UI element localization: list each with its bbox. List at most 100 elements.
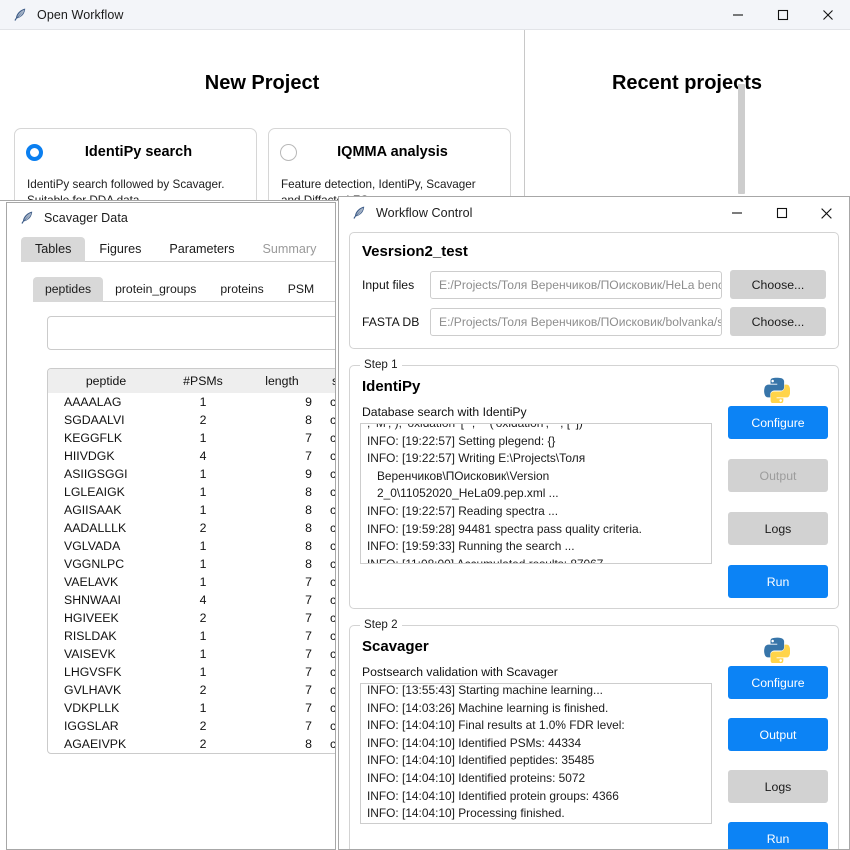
step-2-run-button[interactable]: Run xyxy=(728,822,828,849)
table-cell-psm: 1 xyxy=(199,395,207,409)
table-cell-spe: contr xyxy=(330,647,336,661)
table-row[interactable]: AAAALAG 1 9 contr xyxy=(48,393,335,411)
peptides-table-body: AAAALAG 1 9 contr SGDAALVI 2 8 contr KEGGFLK 1 7 co… xyxy=(48,393,336,753)
choose-fasta-db-button[interactable]: Choose... xyxy=(730,307,826,336)
step-2-log[interactable]: INFO: [13:55:43] Starting machine learni… xyxy=(360,683,712,824)
table-row[interactable]: GVLHAVK 2 7 contr xyxy=(48,681,335,699)
table-cell-psm: 1 xyxy=(199,575,207,589)
maximize-button[interactable] xyxy=(760,0,805,29)
table-row[interactable]: VGGNLPC 1 8 contr xyxy=(48,555,335,573)
option-card-identipy-search[interactable]: IdentiPy search IdentiPy search followed… xyxy=(14,128,257,200)
log-line: INFO: [19:59:28] 94481 spectra pass qual… xyxy=(367,521,642,536)
step-1-inner: IdentiPy Database search with IdentiPy ,… xyxy=(360,376,828,598)
table-cell-spe: contr xyxy=(330,701,336,715)
table-row[interactable]: AGAEIVPK 2 8 contr xyxy=(48,735,335,753)
tab-psm[interactable]: PSM xyxy=(276,277,326,302)
step-1-run-button[interactable]: Run xyxy=(728,565,828,598)
table-row[interactable]: RISLDAK 1 7 contr xyxy=(48,627,335,645)
minimize-button[interactable] xyxy=(714,197,759,229)
minimize-button[interactable] xyxy=(715,0,760,29)
close-icon xyxy=(821,207,832,219)
table-cell-len: 8 xyxy=(305,503,312,517)
close-button[interactable] xyxy=(805,0,850,29)
column-header-spectrum[interactable]: spe xyxy=(322,369,335,393)
table-row[interactable]: VDKPLLK 1 7 contr xyxy=(48,699,336,717)
scavager-data-window: Scavager Data Tables Figures Parameters … xyxy=(6,202,336,850)
tab-proteins[interactable]: proteins xyxy=(208,277,275,302)
table-cell-psm: 1 xyxy=(199,467,207,481)
radio-iqmma-analysis[interactable] xyxy=(280,143,297,161)
table-filter-input[interactable] xyxy=(47,316,335,350)
tab-tables[interactable]: Tables xyxy=(21,237,86,262)
step-1-logs-button[interactable]: Logs xyxy=(728,512,828,545)
choose-input-files-button[interactable]: Choose... xyxy=(730,270,826,299)
log-line: INFO: [14:04:10] Identified PSMs: 44334 xyxy=(367,735,582,750)
table-cell-len: 8 xyxy=(305,485,312,499)
table-row[interactable]: HGIVEEK 2 7 contr xyxy=(48,609,335,627)
table-row[interactable]: IGGSLAR 2 7 contr xyxy=(48,717,335,735)
table-row[interactable]: LHGVSFK 1 7 contr xyxy=(48,663,335,681)
step-2-actions: Configure Output Logs Run xyxy=(720,636,828,849)
option-card-iqmma-analysis[interactable]: IQMMA analysis Feature detection, Identi… xyxy=(268,128,511,200)
column-header-peptide[interactable]: peptide xyxy=(48,369,164,393)
step-2-configure-button[interactable]: Configure xyxy=(728,666,828,699)
maximize-button[interactable] xyxy=(759,197,804,229)
table-row[interactable]: HIIVDGK 4 7 contr xyxy=(48,447,335,465)
table-cell-pep: LGLEAIGK xyxy=(64,485,125,499)
table-cell-pep: HGIVEEK xyxy=(64,611,119,625)
table-cell-pep: SHNWAAI xyxy=(64,593,121,607)
table-cell-spe: contr xyxy=(330,431,336,445)
step-1-configure-button[interactable]: Configure xyxy=(728,406,828,439)
tab-summary[interactable]: Summary xyxy=(249,237,331,262)
table-row[interactable]: AADALLLK 2 8 contr xyxy=(48,519,335,537)
maximize-icon xyxy=(777,9,788,20)
log-line: INFO: [13:55:43] Starting machine learni… xyxy=(367,683,603,697)
step-2-logs-button[interactable]: Logs xyxy=(728,770,828,803)
python-icon xyxy=(764,637,790,663)
step-1-output-button[interactable]: Output xyxy=(728,459,828,492)
table-cell-len: 7 xyxy=(305,629,312,643)
table-cell-pep: KEGGFLK xyxy=(64,431,123,445)
column-header-length[interactable]: length xyxy=(242,369,322,393)
radio-identipy-search[interactable] xyxy=(26,143,43,161)
recent-projects-heading: Recent projects xyxy=(611,72,763,94)
table-row[interactable]: VAISEVK 1 7 contr xyxy=(48,645,336,663)
table-cell-pep: AGIISAAK xyxy=(64,503,122,517)
table-row[interactable]: SHNWAAI 4 7 contr xyxy=(48,591,335,609)
step-2-output-button[interactable]: Output xyxy=(728,718,828,751)
log-line: INFO: [14:04:10] Identified proteins: 50… xyxy=(367,770,586,785)
table-row[interactable]: SGDAALVI 2 8 contr xyxy=(48,411,335,429)
table-row[interactable]: AGIISAAK 1 8 contr xyxy=(48,501,335,519)
table-row[interactable]: ASIIGSGGI 1 9 contr xyxy=(48,465,335,483)
panel-divider xyxy=(524,30,525,200)
tab-peptides[interactable]: peptides xyxy=(33,277,104,302)
scavager-data-body: Tables Figures Parameters Summary peptid… xyxy=(7,233,335,849)
close-icon xyxy=(822,9,833,20)
table-row[interactable]: VGLVADA 1 8 contr xyxy=(48,537,335,555)
log-line: INFO: [19:22:57] Writing E:\Projects\Тол… xyxy=(367,451,589,501)
input-files-field[interactable]: E:/Projects/Толя Веренчиков/ПОисковик/He… xyxy=(430,270,722,299)
column-header-psms[interactable]: #PSMs xyxy=(164,369,242,393)
table-cell-pep: VGLVADA xyxy=(64,539,121,553)
recent-projects-scrollbar[interactable] xyxy=(738,84,745,194)
tab-figures[interactable]: Figures xyxy=(85,237,155,262)
step-2-legend: Step 2 xyxy=(360,618,402,631)
option-header: IdentiPy search xyxy=(15,129,256,175)
table-row[interactable]: VAELAVK 1 7 contr xyxy=(48,573,335,591)
step-1-log[interactable]: , 'M', ), 'oxidation' [' ', ' ' ('oxidat… xyxy=(360,423,712,564)
peptides-table-container: peptide #PSMs length spe AAAALAG19contrS… xyxy=(47,368,336,754)
table-header-row: peptide #PSMs length spe xyxy=(48,369,335,393)
table-cell-len: 8 xyxy=(305,557,312,571)
screen: Open Workflow New Project Recent project… xyxy=(0,0,850,850)
fasta-db-field[interactable]: E:/Projects/Толя Веренчиков/ПОисковик/bo… xyxy=(430,307,722,336)
tab-parameters[interactable]: Parameters xyxy=(155,237,248,262)
table-cell-len: 8 xyxy=(305,521,312,535)
table-cell-len: 7 xyxy=(305,431,312,445)
python-icon xyxy=(764,377,790,403)
table-row[interactable]: LGLEAIGK 1 8 contr xyxy=(48,483,335,501)
tab-protein-groups[interactable]: protein_groups xyxy=(103,277,208,302)
open-workflow-window: Open Workflow New Project Recent project… xyxy=(0,0,850,201)
quill-icon xyxy=(21,211,33,224)
table-row[interactable]: KEGGFLK 1 7 contr xyxy=(48,429,336,447)
close-button[interactable] xyxy=(804,197,849,229)
